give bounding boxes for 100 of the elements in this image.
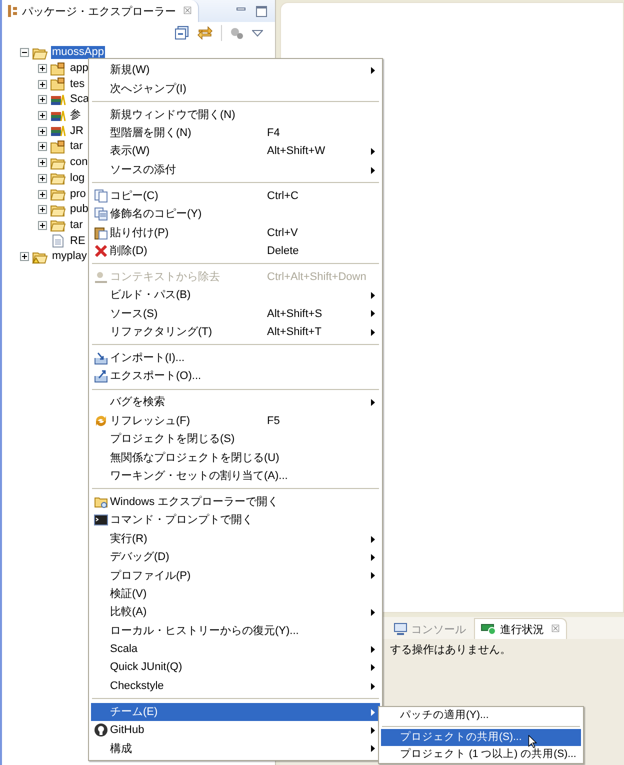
tree-item[interactable]: tar (69, 218, 84, 232)
expand-toggle[interactable] (38, 80, 47, 89)
delete-icon (94, 244, 108, 258)
menu-item[interactable]: ワーキング・セットの割り当て(A)... (91, 466, 380, 486)
tree-item[interactable]: 参 (69, 109, 82, 122)
menu-item[interactable]: Scala (91, 640, 380, 658)
clipboard-icon (94, 226, 108, 240)
library-books-icon (50, 92, 66, 107)
close-icon[interactable]: ☒ (183, 6, 192, 16)
menu-item[interactable]: 無関係なプロジェクトを閉じる(U) (91, 448, 380, 467)
menu-item[interactable]: Windows エクスプローラーで開く (91, 492, 380, 512)
folder-icon (50, 171, 66, 186)
menu-item[interactable]: プロジェクトを閉じる(S) (91, 430, 380, 448)
expand-toggle[interactable] (38, 158, 47, 168)
tree-item[interactable]: app (69, 62, 90, 76)
menu-item[interactable]: 貼り付け(P) Ctrl+V (91, 223, 380, 242)
submenu-arrow-icon (371, 609, 375, 616)
menu-item[interactable]: Quick JUnit(Q) (91, 658, 380, 677)
expand-toggle[interactable] (38, 205, 47, 214)
menu-item[interactable]: インポート(I)... (91, 348, 380, 368)
menu-item[interactable]: 実行(R) (91, 530, 380, 548)
tree-item[interactable]: pro (69, 188, 87, 201)
tree-item[interactable]: con (69, 156, 89, 170)
menu-item[interactable]: 比較(A) (91, 603, 380, 622)
menu-item[interactable]: 新規ウィンドウで開く(N) (91, 105, 380, 124)
view-tab[interactable]: パッケージ・エクスプローラー ☒ (2, 0, 199, 22)
folder-icon (50, 156, 66, 170)
submenu-arrow-icon (371, 664, 375, 672)
submenu-arrow-icon (371, 328, 375, 336)
menu-item[interactable]: ローカル・ヒストリーからの復元(Y)... (91, 622, 380, 640)
menu-item[interactable]: リファクタリング(T) Alt+Shift+T (91, 322, 380, 342)
submenu-arrow-icon (371, 727, 375, 734)
expand-toggle[interactable] (38, 64, 47, 74)
menu-item[interactable]: デバッグ(D) (91, 548, 380, 566)
expand-toggle[interactable] (38, 190, 47, 199)
tree-item[interactable]: tes (69, 78, 86, 91)
menu-item[interactable]: Checkstyle (91, 676, 380, 696)
menu-item[interactable]: エクスポート(O)... (91, 367, 380, 386)
tree-item[interactable]: muossApp (51, 46, 105, 60)
submenu-arrow-icon (371, 166, 375, 174)
view-menu-icon[interactable] (252, 30, 263, 36)
expand-toggle[interactable] (38, 220, 47, 230)
expand-toggle[interactable] (20, 252, 29, 262)
menu-item[interactable]: 型階層を開く(N) F4 (91, 124, 380, 142)
package-folder-icon (50, 140, 66, 154)
menu-item[interactable]: ソースの添付 (91, 160, 380, 179)
warning-project-icon (32, 250, 48, 264)
submenu-arrow-icon (371, 682, 375, 690)
menu-item[interactable]: バグを検索 (91, 393, 380, 412)
tree-item[interactable]: Sca (69, 93, 90, 106)
tree-item[interactable]: pub (69, 203, 90, 216)
menu-item[interactable]: ビルド・パス(B) (91, 286, 380, 304)
status-message: する操作はありません。 (390, 644, 511, 656)
menu-item[interactable]: 表示(W) Alt+Shift+W (91, 142, 380, 161)
collapse-toggle[interactable] (20, 48, 29, 58)
menu-item[interactable]: 次へジャンプ(I) (91, 79, 380, 98)
menu-item[interactable]: プロジェクトの共用(S)... (381, 729, 581, 746)
menu-item[interactable]: 新規(W) (91, 61, 380, 80)
tree-item[interactable]: myplay (51, 250, 88, 264)
expand-toggle[interactable] (38, 174, 47, 183)
menu-item[interactable]: リフレッシュ(F) F5 (91, 412, 380, 430)
menu-item[interactable]: 構成 (91, 739, 380, 758)
close-icon[interactable]: ☒ (551, 624, 560, 634)
copy-icon (94, 188, 108, 203)
expand-toggle[interactable] (38, 142, 47, 152)
menu-item[interactable]: 削除(D) Delete (91, 242, 380, 260)
import-icon (94, 351, 108, 366)
tree-item[interactable]: JR (69, 124, 84, 138)
project-folder-icon (32, 46, 48, 60)
submenu-arrow-icon (371, 646, 375, 653)
tree-item[interactable]: tar (69, 140, 84, 154)
tree-item[interactable]: RE (69, 234, 86, 248)
menu-item[interactable]: GitHub (91, 721, 380, 740)
expand-toggle[interactable] (38, 95, 47, 104)
file-icon (50, 234, 66, 248)
menu-item[interactable]: プロファイル(P) (91, 566, 380, 585)
library-books-icon (50, 124, 66, 138)
menu-item[interactable]: ソース(S) Alt+Shift+S (91, 304, 380, 323)
folder-search-icon (94, 494, 108, 509)
expand-toggle[interactable] (38, 111, 47, 120)
expand-toggle[interactable] (38, 126, 47, 136)
remove-context-icon (94, 270, 108, 284)
package-explorer-icon (8, 5, 18, 17)
menu-item[interactable]: プロジェクト (1 つ以上) の共用(S)... (381, 746, 581, 763)
submenu-arrow-icon (371, 572, 375, 580)
menu-item[interactable]: パッチの適用(Y)... (381, 707, 581, 724)
menu-item[interactable]: 検証(V) (91, 584, 380, 604)
progress-icon (481, 623, 496, 635)
menu-item[interactable]: チーム(E) (91, 702, 380, 722)
menu-item[interactable]: コピー(C) Ctrl+C (91, 186, 380, 205)
view-title: パッケージ・エクスプローラー (22, 4, 176, 18)
collapse-all-icon[interactable] (175, 26, 189, 40)
link-arrows-icon[interactable] (197, 26, 213, 40)
submenu-arrow-icon (371, 67, 375, 74)
panel-tab[interactable]: 進行状況 ☒ (474, 618, 567, 639)
tree-item[interactable]: log (69, 172, 86, 185)
menu-item[interactable]: コマンド・プロンプトで開く (91, 511, 380, 530)
maximize-icon[interactable] (256, 6, 267, 16)
mouse-pointer-icon (528, 735, 537, 748)
menu-item[interactable]: 修飾名のコピー(Y) (91, 204, 380, 224)
